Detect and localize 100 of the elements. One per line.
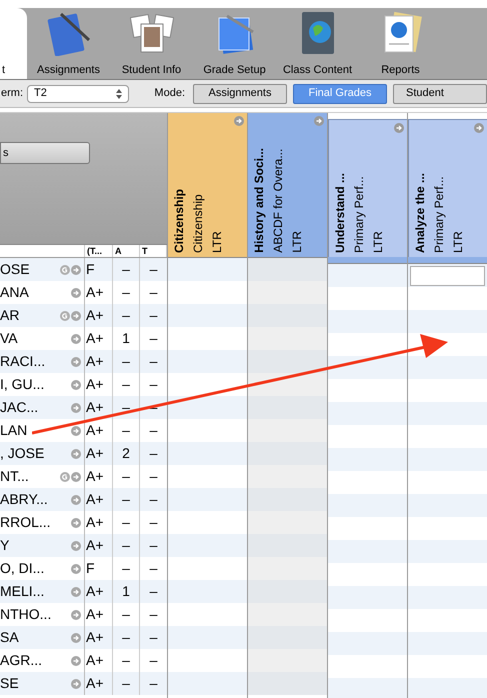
arrow-icon[interactable] (71, 610, 81, 620)
arrow-icon[interactable] (71, 656, 81, 666)
grade-cell[interactable] (328, 402, 407, 425)
arrow-icon[interactable] (71, 426, 81, 436)
column-header[interactable]: T (140, 245, 167, 257)
arrow-icon[interactable] (71, 402, 81, 412)
table-cell-text: – (148, 329, 158, 348)
toolbar-tab[interactable]: Assignments (27, 8, 110, 79)
grade-cell[interactable] (248, 327, 327, 350)
toolbar-tab[interactable]: Student Info (110, 8, 193, 79)
table-cell-text: – (148, 421, 158, 440)
column-header[interactable]: (T... (85, 245, 113, 257)
grade-cell[interactable] (328, 356, 407, 379)
grade-cell[interactable] (248, 419, 327, 442)
grade-cell[interactable] (408, 494, 487, 517)
arrow-icon[interactable] (71, 288, 81, 298)
grade-cell[interactable] (168, 626, 247, 649)
grade-cell[interactable] (408, 678, 487, 698)
table-cell-text: – (148, 375, 158, 394)
grade-cell[interactable] (408, 310, 487, 333)
grade-cell[interactable] (248, 304, 327, 327)
grade-cell[interactable] (248, 626, 327, 649)
grade-cell[interactable] (248, 557, 327, 580)
arrow-icon[interactable] (71, 564, 81, 574)
grade-cell[interactable] (248, 258, 327, 281)
table-cell-text: – (148, 260, 158, 279)
grade-cell[interactable] (168, 442, 247, 465)
student-name: SE (0, 674, 19, 693)
grade-cell[interactable] (408, 402, 487, 425)
table-cell: – (113, 672, 140, 695)
grade-cell[interactable] (408, 540, 487, 563)
column-title: Understand ... (332, 172, 348, 253)
arrow-icon[interactable] (71, 518, 81, 528)
grade-cell[interactable] (328, 632, 407, 655)
arrow-icon[interactable] (474, 123, 484, 133)
grade-cell[interactable] (248, 672, 327, 695)
student-name: NTHO... (0, 605, 52, 624)
grade-cell[interactable] (168, 396, 247, 419)
grade-cell[interactable] (328, 678, 407, 698)
grade-cell[interactable] (328, 264, 407, 287)
column-title: History and Soci... (251, 148, 267, 253)
grade-cell[interactable] (168, 350, 247, 373)
arrow-icon[interactable] (71, 334, 81, 344)
grade-cell[interactable] (248, 511, 327, 534)
arrow-icon[interactable] (71, 356, 81, 366)
grade-cell[interactable] (248, 649, 327, 672)
column-header[interactable]: A (113, 245, 140, 257)
mode-button[interactable]: Assignments (193, 84, 287, 104)
grade-cell[interactable] (168, 304, 247, 327)
grade-cell[interactable] (248, 465, 327, 488)
arrow-icon[interactable] (234, 116, 244, 126)
student-name: ANA (0, 283, 29, 302)
arrow-icon[interactable] (394, 123, 404, 133)
table-cell-text: – (148, 513, 158, 532)
arrow-icon[interactable] (314, 116, 324, 126)
arrow-icon[interactable] (71, 540, 81, 550)
grade-cell[interactable] (168, 534, 247, 557)
grade-cell[interactable] (328, 310, 407, 333)
grade-cell[interactable] (248, 396, 327, 419)
grade-cell[interactable] (248, 603, 327, 626)
grade-cell[interactable] (408, 632, 487, 655)
arrow-icon[interactable] (71, 448, 81, 458)
grade-cell[interactable] (248, 350, 327, 373)
toolbar-tab[interactable]: Reports (359, 8, 442, 79)
toolbar-tab[interactable]: Grade Setup (193, 8, 276, 79)
grade-cell[interactable] (248, 281, 327, 304)
grade-cell[interactable] (248, 442, 327, 465)
grade-cell[interactable] (168, 580, 247, 603)
term-select[interactable]: T2 (27, 84, 130, 102)
arrow-icon[interactable] (71, 494, 81, 504)
grade-cell[interactable] (328, 448, 407, 471)
grade-cell[interactable] (328, 586, 407, 609)
arrow-icon[interactable] (71, 264, 81, 274)
toolbar-tab[interactable]: Class Content (276, 8, 359, 79)
column-header[interactable]: Analyze the ... Primary Perf... LTR (408, 119, 487, 257)
arrow-icon[interactable] (71, 678, 81, 688)
grade-cell[interactable] (248, 580, 327, 603)
arrow-icon[interactable] (71, 380, 81, 390)
student-name: , JOSE (0, 444, 44, 463)
column-header[interactable]: Understand ... Primary Perf... LTR (328, 119, 407, 257)
grade-cell[interactable] (168, 488, 247, 511)
student-name: AGR... (0, 651, 42, 670)
student-name: O, DI... (0, 559, 44, 578)
mode-button[interactable]: Student (393, 84, 487, 104)
panel-button[interactable]: s (0, 142, 90, 164)
grade-cell[interactable] (408, 448, 487, 471)
grade-cell[interactable] (248, 534, 327, 557)
grade-cell[interactable] (248, 488, 327, 511)
arrow-icon[interactable] (71, 472, 81, 482)
arrow-icon[interactable] (71, 310, 81, 320)
grade-cell[interactable] (328, 494, 407, 517)
arrow-icon[interactable] (71, 586, 81, 596)
grade-cell[interactable] (408, 586, 487, 609)
toolbar-tab[interactable]: t (0, 8, 27, 79)
grade-cell[interactable] (168, 672, 247, 695)
grade-cell[interactable] (408, 356, 487, 379)
arrow-icon[interactable] (71, 632, 81, 642)
grade-cell[interactable] (248, 373, 327, 396)
grade-cell[interactable] (168, 258, 247, 281)
grade-cell[interactable] (328, 540, 407, 563)
